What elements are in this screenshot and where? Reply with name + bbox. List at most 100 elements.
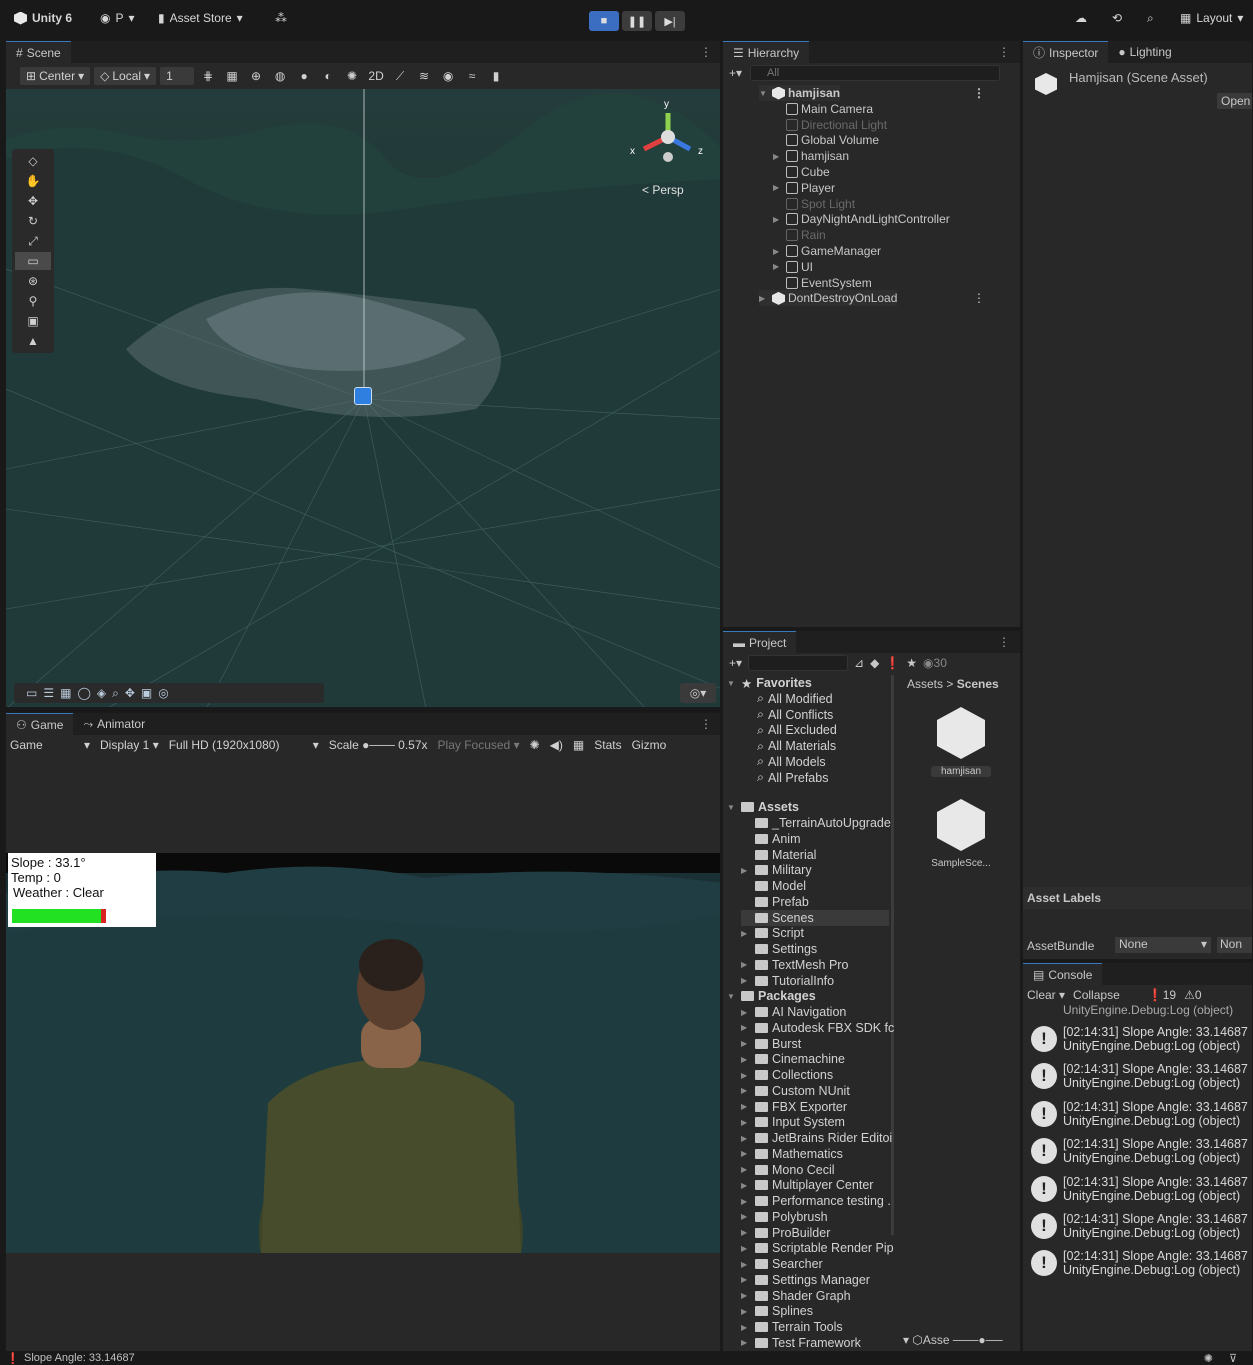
version-control-icon[interactable]: ⁂ [275, 11, 287, 25]
package-folder[interactable]: ▶ Collections [741, 1067, 833, 1083]
tab-console[interactable]: ▤ Console [1023, 963, 1103, 985]
package-folder[interactable]: ▶ Performance testing . [741, 1193, 891, 1209]
shaded-icon[interactable]: ● [294, 67, 314, 85]
package-folder[interactable]: ▶ Multiplayer Center [741, 1177, 873, 1193]
asset-folder[interactable]: ▶ Military [741, 862, 812, 878]
expand-arrow-icon[interactable]: ▼ [727, 803, 737, 812]
visible-count[interactable]: ◉30 [923, 656, 947, 670]
favorite-item[interactable]: ⌕ All Conflicts [743, 707, 833, 723]
expand-arrow-icon[interactable]: ▶ [741, 1134, 751, 1143]
tab-animator[interactable]: ⤳ Animator [73, 713, 155, 735]
globe-icon[interactable]: ⊕ [246, 67, 266, 85]
account-dropdown[interactable]: ◉ P ▾ [100, 11, 135, 25]
gizmos-icon[interactable]: ≈ [462, 67, 482, 85]
asset-folder[interactable]: ▶ TutorialInfo [741, 973, 834, 989]
star-icon[interactable]: ★ [906, 656, 917, 670]
breadcrumb-root[interactable]: Assets [907, 677, 943, 691]
expand-arrow-icon[interactable]: ▶ [741, 1102, 751, 1111]
view-mode-label[interactable]: < Persp [642, 183, 684, 197]
compass-dropdown-icon[interactable]: ◎▾ [680, 683, 716, 703]
asset-folder[interactable]: ▶ Script [741, 925, 804, 941]
expand-arrow-icon[interactable]: ▶ [741, 1307, 751, 1316]
hierarchy-search-input[interactable] [750, 65, 1001, 81]
package-folder[interactable]: ▶ Splines [741, 1303, 813, 1319]
asset-folder[interactable]: Material [741, 847, 816, 863]
layout-dropdown[interactable]: ▦ Layout ▾ [1180, 11, 1243, 25]
grid-snap-icon[interactable]: ▦ [222, 67, 242, 85]
assets-header[interactable]: ▼ Assets [727, 799, 799, 815]
rect-icon[interactable]: ▭ [26, 686, 37, 700]
console-entry[interactable]: ! [02:14:31] Slope Angle: 33.14687 UnityEn… [1031, 1021, 1248, 1057]
history-icon[interactable]: ⟲ [1112, 11, 1122, 25]
expand-arrow-icon[interactable]: ▶ [773, 152, 783, 161]
package-folder[interactable]: ▶ ProBuilder [741, 1225, 830, 1241]
tab-scene[interactable]: # Scene [6, 41, 71, 63]
grid-item-hamjisan[interactable]: hamjisan [931, 707, 991, 777]
hierarchy-item[interactable]: ▼ hamjisan ⋮ [759, 85, 985, 101]
play-button[interactable]: ■ [589, 11, 619, 31]
package-folder[interactable]: ▶ Polybrush [741, 1209, 828, 1225]
expand-arrow-icon[interactable]: ▶ [741, 1039, 751, 1048]
asset-labels-header[interactable]: Asset Labels [1023, 887, 1252, 909]
tab-project[interactable]: ▬ Project [723, 631, 797, 653]
cloud-icon[interactable]: ☁ [1075, 11, 1087, 25]
expand-arrow-icon[interactable]: ▶ [741, 1291, 751, 1300]
grid-overlay-icon[interactable]: ▦ [60, 686, 71, 700]
paint-tool-icon[interactable]: ▲ [15, 332, 51, 350]
grid-item-samplescene[interactable]: SampleSce... [927, 799, 995, 869]
tab-lighting[interactable]: ● Lighting [1108, 41, 1181, 63]
lock-more-icon[interactable]: ⋮ [998, 45, 1010, 59]
scene-viewport[interactable]: ◇ ✋ ✥ ↻ ⤢ ▭ ⊛ ⚲ ▣ ▲ y x z < Persp ▭ ☰ ▦ … [6, 89, 720, 707]
debug-icon[interactable]: ✺ [1204, 1352, 1213, 1365]
mute-icon[interactable]: ◀) [550, 738, 563, 752]
scale-slider[interactable]: Scale ●─── 0.57x [329, 738, 428, 752]
favorite-item[interactable]: ⌕ All Modified [743, 691, 833, 707]
circle-icon[interactable]: ◯ [77, 686, 90, 700]
camera-icon[interactable]: ▮ [486, 67, 506, 85]
package-folder[interactable]: ▶ Autodesk FBX SDK fc [741, 1020, 894, 1036]
move-overlay-icon[interactable]: ✥ [125, 686, 135, 700]
expand-arrow-icon[interactable]: ▶ [741, 1008, 751, 1017]
console-entry[interactable]: ! [02:14:31] Slope Angle: 33.14687 UnityEn… [1031, 1208, 1248, 1244]
stats-button[interactable]: Stats [594, 738, 621, 752]
move-tool-icon[interactable]: ✥ [15, 192, 51, 210]
wireframe-icon[interactable]: ◍ [270, 67, 290, 85]
filter-icon[interactable]: ⊿ [854, 656, 864, 670]
expand-arrow-icon[interactable]: ▶ [741, 1165, 751, 1174]
more-icon[interactable]: ⋮ [700, 717, 712, 731]
asset-folder[interactable]: ▶ TextMesh Pro [741, 957, 848, 973]
favorites-header[interactable]: ▼ ★ Favorites [727, 675, 812, 691]
asset-folder[interactable]: Settings [741, 941, 817, 957]
hand-tool-icon[interactable]: ✋ [15, 172, 51, 190]
expand-arrow-icon[interactable]: ▶ [741, 1323, 751, 1332]
layers-overlay-icon[interactable]: ◈ [97, 686, 106, 700]
display-dropdown[interactable]: Display 1 ▾ [100, 738, 159, 752]
expand-arrow-icon[interactable]: ▶ [741, 960, 751, 969]
package-folder[interactable]: ▶ Shader Graph [741, 1288, 851, 1304]
console-entry[interactable]: ! [02:14:31] Slope Angle: 33.14687 UnityEn… [1031, 1058, 1248, 1094]
expand-arrow-icon[interactable]: ▶ [741, 929, 751, 938]
hierarchy-item[interactable]: ▶ Player [773, 180, 835, 196]
breadcrumb-current[interactable]: Scenes [957, 677, 999, 691]
expand-arrow-icon[interactable]: ▶ [741, 1055, 751, 1064]
tab-inspector[interactable]: ⓘ Inspector [1023, 41, 1109, 63]
audio-icon[interactable]: ⟋ [390, 67, 410, 85]
hierarchy-item[interactable]: Global Volume [773, 132, 879, 148]
hierarchy-item[interactable]: Rain [773, 227, 826, 243]
package-folder[interactable]: ▶ Settings Manager [741, 1272, 870, 1288]
expand-arrow-icon[interactable]: ▼ [727, 679, 737, 688]
panel-icon[interactable]: ☰ [43, 686, 54, 700]
scale-tool-icon[interactable]: ⤢ [15, 232, 51, 250]
asset-store-dropdown[interactable]: ▮ Asset Store ▾ [158, 11, 243, 25]
expand-arrow-icon[interactable]: ▶ [741, 1149, 751, 1158]
layers-icon[interactable]: ≋ [414, 67, 434, 85]
unity-menu[interactable]: Unity 6 [14, 11, 72, 25]
error-filter-icon[interactable]: ❗ [885, 656, 900, 670]
expand-arrow-icon[interactable]: ▶ [741, 1118, 751, 1127]
hierarchy-item[interactable]: Directional Light [773, 117, 887, 133]
package-folder[interactable]: ▶ Terrain Tools [741, 1319, 843, 1335]
compass-icon[interactable]: ◎ [158, 686, 168, 700]
bug-icon[interactable]: ✺ [530, 738, 540, 752]
more-icon[interactable]: ⋮ [973, 291, 985, 305]
visibility-icon[interactable]: ◉ [438, 67, 458, 85]
